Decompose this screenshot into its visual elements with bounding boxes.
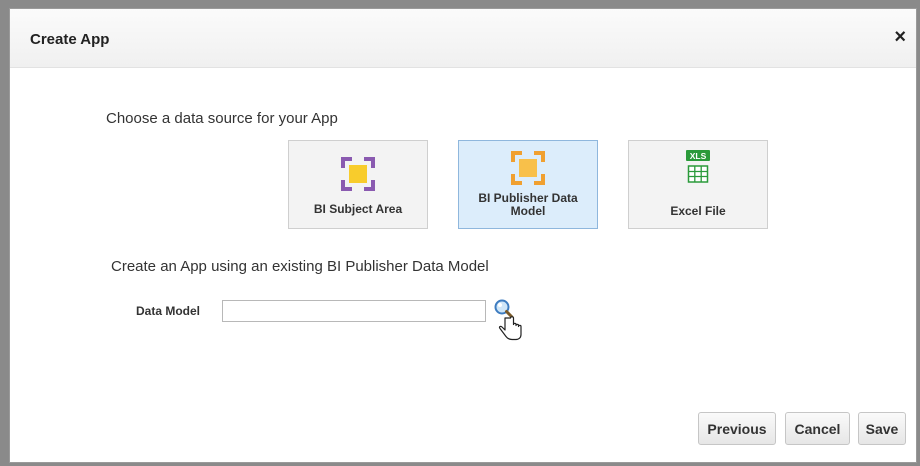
close-icon[interactable]: × bbox=[894, 27, 906, 47]
tile-excel-file[interactable]: XLS Excel File bbox=[628, 140, 768, 229]
data-model-label: Data Model bbox=[136, 304, 201, 318]
data-source-prompt: Choose a data source for your App bbox=[106, 110, 338, 127]
hand-cursor-icon bbox=[498, 316, 522, 341]
cancel-button[interactable]: Cancel bbox=[785, 412, 850, 445]
tile-bi-subject-area[interactable]: BI Subject Area bbox=[288, 140, 428, 229]
data-model-icon bbox=[511, 151, 545, 185]
search-button[interactable] bbox=[490, 297, 530, 347]
excel-file-icon: XLS bbox=[686, 150, 710, 183]
create-app-dialog: Create App × Choose a data source for yo… bbox=[9, 8, 917, 463]
dialog-titlebar: Create App × bbox=[10, 9, 916, 68]
previous-button[interactable]: Previous bbox=[698, 412, 776, 445]
tile-bi-publisher-data-model[interactable]: BI Publisher Data Model bbox=[458, 140, 598, 229]
dialog-title: Create App bbox=[30, 31, 110, 48]
data-model-prompt: Create an App using an existing BI Publi… bbox=[111, 258, 489, 275]
xls-badge-text: XLS bbox=[690, 151, 707, 161]
subject-area-icon bbox=[341, 157, 375, 191]
tile-label: BI Subject Area bbox=[313, 202, 403, 216]
magnifier-icon bbox=[494, 299, 522, 341]
tile-label: BI Publisher Data Model bbox=[478, 191, 578, 218]
save-button[interactable]: Save bbox=[858, 412, 906, 445]
tile-label: Excel File bbox=[670, 204, 726, 218]
data-model-input[interactable] bbox=[222, 300, 486, 322]
